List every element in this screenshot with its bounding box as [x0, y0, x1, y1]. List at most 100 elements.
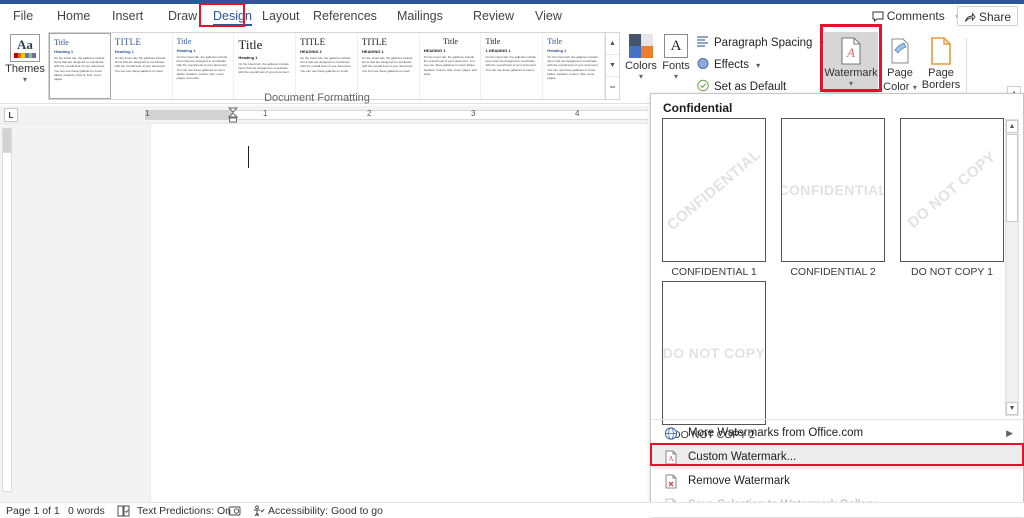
style-thumbnail[interactable]: TITLE HEADING 1 On the Insert tab, the g…: [296, 33, 358, 99]
tab-mailings[interactable]: Mailings: [390, 4, 450, 28]
comments-button[interactable]: Comments ▼: [872, 6, 962, 26]
style-title: Title: [176, 37, 192, 46]
scroll-up-icon[interactable]: ▲: [1006, 120, 1018, 133]
document-canvas[interactable]: [14, 124, 660, 502]
style-title: TITLE: [114, 37, 142, 47]
style-thumbnail[interactable]: Title 1 HEADING 1 On the Insert tab, the…: [481, 33, 544, 99]
tab-home[interactable]: Home: [50, 4, 97, 28]
style-thumbnail[interactable]: TITLE Heading 1 On the Insert tab, the g…: [110, 33, 173, 99]
chevron-down-icon[interactable]: ▼: [606, 55, 619, 77]
text-predictions-icon[interactable]: [228, 504, 241, 518]
style-heading: Heading 1: [176, 48, 196, 53]
watermark-gallery-item[interactable]: DO NOT COPY DO NOT COPY 2: [662, 281, 766, 441]
status-word-count[interactable]: 0 words: [68, 504, 105, 518]
horizontal-ruler[interactable]: L 1 1 2 3 4: [0, 106, 648, 124]
style-heading: Heading 1: [114, 49, 134, 54]
style-body: On the Insert tab, the galleries include…: [54, 56, 106, 82]
status-page-number[interactable]: Page 1 of 1: [6, 504, 60, 518]
chevron-down-icon[interactable]: ▾: [624, 72, 658, 81]
comment-icon: [872, 11, 884, 22]
document-page[interactable]: [150, 124, 660, 502]
scroll-down-icon[interactable]: ▼: [1006, 402, 1018, 415]
menu-item-custom-watermark[interactable]: A Custom Watermark...: [652, 445, 1023, 469]
tab-references[interactable]: References: [306, 4, 384, 28]
themes-label: Themes: [5, 63, 45, 75]
watermark-gallery-dropdown[interactable]: Confidential CONFIDENTIAL CONFIDENTIAL 1…: [650, 93, 1024, 517]
style-thumbnail[interactable]: Title Heading 1 On the Insert tab, the g…: [543, 33, 605, 99]
watermark-gallery-item[interactable]: CONFIDENTIAL CONFIDENTIAL 2: [781, 118, 885, 278]
tab-design[interactable]: Design: [206, 4, 259, 28]
effects-button[interactable]: Effects ▾: [696, 56, 760, 74]
page-borders-icon: [928, 36, 954, 66]
tab-draw[interactable]: Draw: [161, 4, 204, 28]
style-body: On the Insert tab, the galleries include…: [423, 55, 477, 76]
watermark-preview[interactable]: DO NOT COPY: [662, 281, 766, 425]
watermark-preview-text: CONFIDENTIAL: [781, 182, 885, 198]
chevron-right-icon[interactable]: ▶: [1006, 421, 1013, 445]
tab-review[interactable]: Review: [466, 4, 521, 28]
fonts-button[interactable]: A Fonts ▾: [660, 30, 692, 81]
menu-item-label: Remove Watermark: [688, 475, 790, 487]
indent-marker-icon[interactable]: [228, 107, 238, 123]
chevron-down-icon[interactable]: ▾: [913, 83, 917, 92]
watermark-preview[interactable]: DO NOT COPY: [900, 118, 1004, 262]
tab-layout[interactable]: Layout: [255, 4, 307, 28]
colors-button[interactable]: Colors ▾: [624, 30, 658, 81]
effects-circle-icon: [697, 58, 709, 69]
style-heading: HEADING 1: [423, 48, 446, 53]
style-body: On the Insert tab, the galleries include…: [361, 56, 414, 73]
share-button[interactable]: Share: [956, 6, 1018, 26]
style-gallery-scroll-controls[interactable]: ▲ ▼ ═: [606, 32, 620, 100]
chevron-down-icon[interactable]: ▾: [660, 72, 692, 81]
chevron-down-icon[interactable]: ▾: [824, 79, 878, 88]
watermark-button[interactable]: A Watermark ▾: [824, 32, 878, 98]
page-color-label: Page: [887, 67, 913, 79]
watermark-preview[interactable]: CONFIDENTIAL: [781, 118, 885, 262]
watermark-gallery-scrollbar[interactable]: ▲ ▼: [1005, 119, 1019, 416]
style-thumbnail[interactable]: Title Heading 1 On the Insert tab, the g…: [49, 33, 111, 99]
proofing-icon[interactable]: [117, 504, 130, 518]
scrollbar-thumb[interactable]: [1006, 134, 1018, 222]
style-thumbnail[interactable]: TITLE HEADING 1 On the Insert tab, the g…: [357, 33, 420, 99]
text-caret: [248, 146, 249, 168]
page-color-button[interactable]: Page Color ▾: [880, 32, 920, 98]
paragraph-spacing-button[interactable]: Paragraph Spacing ▾: [696, 34, 824, 52]
style-set-gallery[interactable]: Title Heading 1 On the Insert tab, the g…: [48, 32, 606, 100]
page-borders-button[interactable]: Page Borders: [920, 32, 962, 98]
check-circle-icon: [697, 79, 709, 92]
share-icon: [965, 12, 976, 22]
style-title: Title: [443, 37, 458, 46]
watermark-item-caption: DO NOT COPY 1: [911, 266, 993, 278]
style-thumbnail[interactable]: Title HEADING 1 On the Insert tab, the g…: [419, 33, 482, 99]
style-thumbnail[interactable]: Title Heading 1 On the Insert tab, the g…: [234, 33, 297, 99]
watermark-item-caption: CONFIDENTIAL 1: [671, 266, 757, 278]
globe-icon: [664, 427, 678, 440]
ribbon-tab-bar: File Home Insert Draw Design Layout Refe…: [0, 4, 1024, 28]
style-title: Title: [547, 37, 563, 46]
set-as-default-label: Set as Default: [714, 81, 787, 93]
chevron-up-icon[interactable]: ▲: [606, 33, 619, 55]
style-body: On the Insert tab, the galleries include…: [238, 62, 290, 75]
menu-item-label: Custom Watermark...: [688, 451, 797, 463]
accessibility-icon[interactable]: [252, 504, 265, 518]
menu-separator: [652, 419, 1023, 420]
chevron-down-icon[interactable]: ▾: [4, 75, 46, 84]
tab-insert[interactable]: Insert: [105, 4, 150, 28]
watermark-gallery-item[interactable]: DO NOT COPY DO NOT COPY 1: [900, 118, 1004, 278]
status-accessibility[interactable]: Accessibility: Good to go: [268, 504, 383, 518]
status-text-predictions[interactable]: Text Predictions: On: [137, 504, 231, 518]
style-heading: 1 HEADING 1: [485, 48, 511, 53]
style-body: On the Insert tab, the galleries include…: [485, 55, 537, 72]
menu-item-more-watermarks[interactable]: More Watermarks from Office.com ▶: [652, 421, 1023, 445]
tab-stop-selector[interactable]: L: [4, 108, 18, 122]
watermark-preview[interactable]: CONFIDENTIAL: [662, 118, 766, 262]
status-bar: Page 1 of 1 0 words Text Predictions: On…: [0, 502, 1024, 517]
themes-aa-icon: Aa: [10, 34, 40, 62]
tab-view[interactable]: View: [528, 4, 569, 28]
tab-file[interactable]: File: [6, 4, 40, 28]
watermark-gallery-item[interactable]: CONFIDENTIAL CONFIDENTIAL 1: [662, 118, 766, 278]
chevron-down-icon[interactable]: ▾: [756, 61, 760, 70]
menu-item-remove-watermark[interactable]: Remove Watermark: [652, 469, 1023, 493]
style-thumbnail[interactable]: Title Heading 1 On the Insert tab, the g…: [172, 33, 235, 99]
vertical-ruler[interactable]: [0, 124, 14, 502]
